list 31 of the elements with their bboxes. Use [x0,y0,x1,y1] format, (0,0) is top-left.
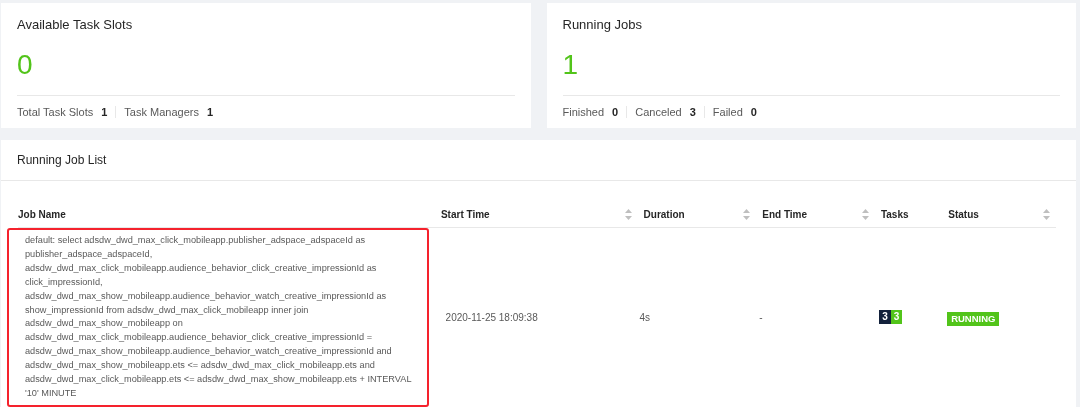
stat-count: 1 [206,104,214,120]
stat-label: Task Managers [124,104,199,120]
column-header[interactable]: Tasks [874,207,943,222]
stat-label: Total Task Slots [17,104,94,120]
sort-icon[interactable] [1043,209,1050,220]
sort-icon[interactable] [624,209,632,220]
panel-title: Running Job List [1,140,1076,181]
stat-label: Finished [562,104,605,120]
stat-value: 1 [562,50,580,79]
column-header[interactable]: End Time [756,207,875,222]
column-header[interactable]: Job Name [18,207,435,222]
stat-count: 3 [689,104,696,120]
sort-icon[interactable] [743,209,751,220]
column-header[interactable]: Status [942,207,1056,222]
table-cell: default: select adsdw_dwd_max_click_mobileapp.publisher_adspace_adspaceId as publisher_adspace_adspaceId, adsdw_dwd_max_click_mobileapp.audience_behavior_click_creative_impressionId as click_impressionId, adsdw_dwd_max_show_mobileapp.audience_behavior_watch_creative_impressionId as show_impressionId from adsdw_dwd_max_click_mobileapp inner join adsdw_dwd_max_show_mobileapp on adsdw_dwd_max_click_mobileapp.audience_behavior_click_creative_impressionId = adsdw_dwd_max_show_mobileapp.audience_behavior_watch_creative_impressionId and adsdw_dwd_max_show_mobileapp.ets <= adsdw_dwd_max_click_mobileapp.ets and adsdw_dwd_max_click_mobileapp.ets <= adsdw_dwd_max_show_mobileapp.ets + INTERVAL '10' MINUTE [7,228,429,407]
stat-label: Canceled [635,104,682,120]
stat-count: 0 [750,104,757,120]
card-title: Running Jobs [562,16,643,34]
table-cell-text: - [758,310,764,325]
column-header[interactable]: Start Time [434,207,638,222]
status-badge: RUNNING [947,312,1000,327]
table-cell-text: 4s [638,310,651,325]
column-header[interactable]: Duration [637,207,757,222]
stat-count: 0 [612,104,619,120]
stat-value: 0 [17,50,34,79]
task-count-badge: 3 [879,310,891,325]
stat-label: Failed [712,104,743,120]
stat-count: 1 [101,104,108,120]
card-title: Available Task Slots [17,16,134,34]
sort-icon[interactable] [861,209,869,220]
table-cell-text: 2020-11-25 18:09:38 [444,310,539,325]
